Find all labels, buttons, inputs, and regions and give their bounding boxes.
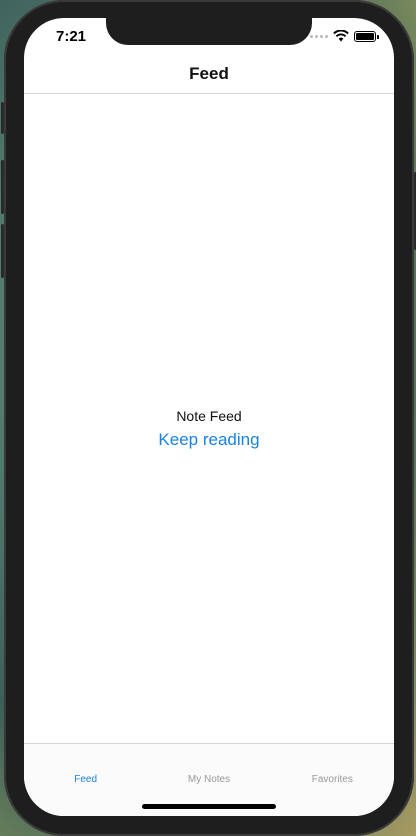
tab-favorites[interactable]: Favorites [271, 744, 394, 816]
feed-content: Note Feed Keep reading [24, 94, 394, 743]
status-time: 7:21 [56, 28, 87, 45]
home-indicator[interactable] [142, 804, 276, 809]
battery-icon [354, 30, 379, 42]
notch [106, 18, 312, 45]
note-feed-label: Note Feed [176, 407, 242, 424]
mute-switch [1, 102, 4, 134]
tab-feed[interactable]: Feed [24, 744, 147, 816]
volume-down-button [1, 224, 4, 278]
page-title: Feed [189, 63, 229, 83]
status-indicators [310, 30, 379, 42]
cellular-signal-icon [310, 34, 328, 38]
navigation-bar: Feed [24, 54, 394, 94]
app-screen: 7:21 Feed Note Feed Keep reading Feed My… [24, 18, 394, 816]
wifi-icon [333, 30, 349, 42]
volume-up-button [1, 160, 4, 214]
keep-reading-button[interactable]: Keep reading [158, 430, 259, 450]
